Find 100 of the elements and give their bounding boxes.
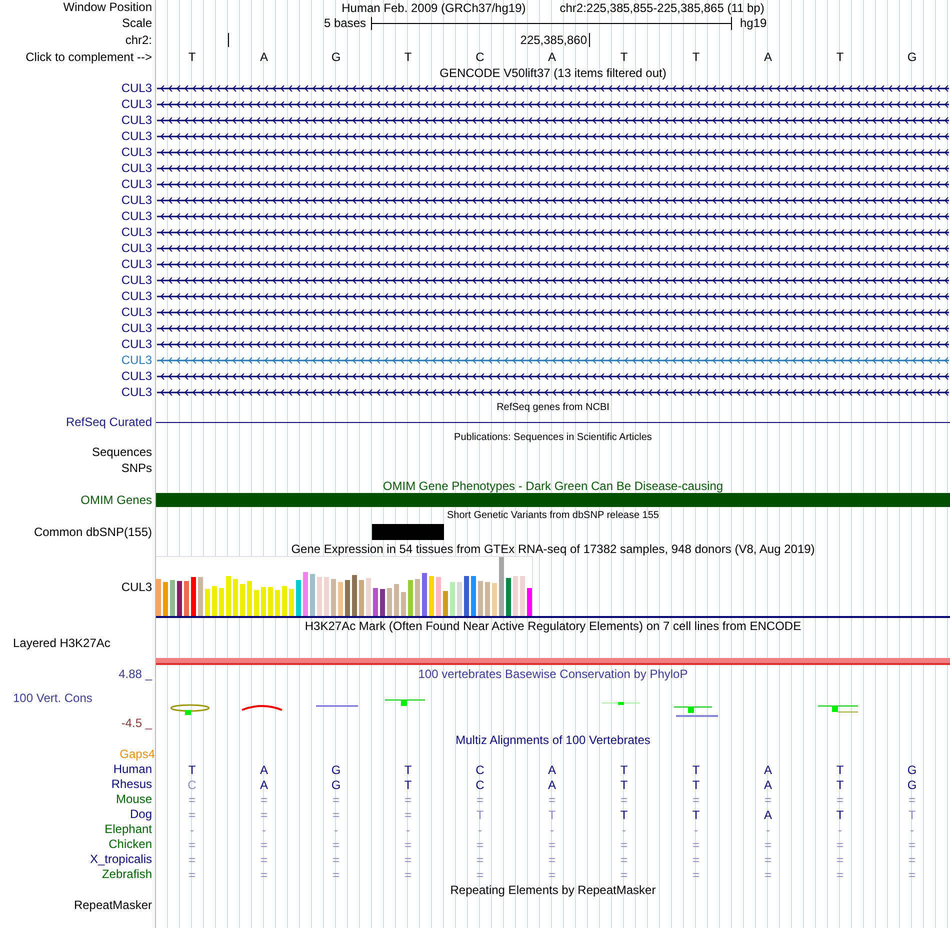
expression-bar (170, 580, 175, 616)
axis-min-label: -4.5 _ (121, 717, 152, 729)
aligned-base: C (188, 778, 196, 790)
expression-bar (289, 589, 294, 616)
aligned-base: = (692, 868, 700, 880)
conservation-mark (674, 706, 718, 717)
aligned-base: = (620, 854, 628, 866)
aligned-base: A (764, 778, 772, 790)
track-label: CUL3 (121, 258, 152, 270)
aligned-base: - (694, 824, 698, 836)
expression-bar (527, 588, 532, 616)
aligned-base: = (260, 854, 268, 866)
expression-bar (268, 587, 273, 616)
expression-bar (387, 588, 392, 616)
track-label: CUL3 (121, 274, 152, 286)
expression-bar (450, 582, 455, 616)
aligned-base: = (836, 794, 844, 806)
base-letter: C (476, 51, 484, 63)
track-label: RepeatMasker (74, 898, 152, 912)
base-letter: T (836, 51, 844, 63)
aligned-base: = (908, 838, 916, 850)
track-label: CUL3 (121, 82, 152, 94)
aligned-base: T (548, 808, 556, 820)
aligned-base: = (908, 794, 916, 806)
coordinate-label: 225,385,860 (520, 34, 587, 46)
aligned-base: T (692, 808, 700, 820)
track-label: CUL3 (121, 370, 152, 382)
track-label: Layered H3K27Ac (13, 637, 110, 650)
base-letter: T (692, 51, 700, 63)
aligned-base: - (910, 824, 914, 836)
aligned-base: = (764, 794, 772, 806)
expression-bar (317, 577, 322, 616)
expression-bar (331, 579, 336, 616)
expression-bar (513, 576, 518, 616)
base-letter: A (260, 51, 268, 63)
conservation-mark (242, 705, 282, 711)
track-label: Sequences (92, 446, 152, 459)
aligned-base: - (262, 824, 266, 836)
track-title: 100 vertebrates Basewise Conservation by PhyloP (418, 668, 688, 680)
track-title: Publications: Sequences in Scientific Articles (454, 432, 652, 442)
base-letter: G (907, 51, 917, 63)
base-letter: T (404, 51, 412, 63)
aligned-base: - (622, 824, 626, 836)
track-label: CUL3 (121, 290, 152, 302)
aligned-base: = (332, 838, 340, 850)
track-label: Rhesus (111, 778, 152, 791)
track-label: Human (113, 763, 152, 776)
base-letter: G (331, 51, 341, 63)
aligned-base: T (476, 808, 484, 820)
aligned-base: G (331, 778, 341, 790)
base-letter: A (764, 51, 772, 63)
track-label: Click to complement --> (26, 50, 152, 64)
track-label: Gaps4 (120, 748, 155, 761)
expression-bar (380, 589, 385, 616)
aligned-base: = (404, 868, 412, 880)
tick-mark (228, 33, 229, 47)
track-label: CUL3 (121, 580, 152, 594)
track-title: Short Genetic Variants from dbSNP release 155 (447, 511, 659, 521)
aligned-base: - (334, 824, 338, 836)
expression-bar (422, 573, 427, 616)
track-label: CUL3 (121, 338, 152, 350)
expression-bar (457, 582, 462, 616)
aligned-base: T (908, 808, 916, 820)
track-label: CUL3 (121, 194, 152, 206)
tick-mark (589, 33, 590, 47)
aligned-base: = (260, 868, 268, 880)
aligned-base: = (764, 868, 772, 880)
expression-bar (492, 583, 497, 616)
aligned-base: T (692, 778, 700, 790)
aligned-base: = (404, 854, 412, 866)
track-label: CUL3 (121, 210, 152, 222)
aligned-base: = (548, 854, 556, 866)
expression-bar (345, 580, 350, 616)
aligned-base: C (476, 764, 484, 776)
expression-bar (429, 576, 434, 616)
track-title: GENCODE V50lift37 (13 items filtered out) (440, 66, 666, 78)
expression-bar (219, 588, 224, 616)
aligned-base: = (620, 794, 628, 806)
aligned-base: = (332, 868, 340, 880)
aligned-base: = (260, 808, 268, 820)
track-label: SNPs (121, 462, 152, 475)
expression-bar (233, 579, 238, 616)
conservation-mark (170, 704, 210, 715)
aligned-base: T (692, 764, 700, 776)
track-title: RefSeq genes from NCBI (496, 402, 610, 412)
aligned-base: = (476, 838, 484, 850)
track-label: CUL3 (121, 306, 152, 318)
aligned-base: = (404, 808, 412, 820)
expression-bar (240, 584, 245, 616)
track-label: CUL3 (121, 226, 152, 238)
aligned-base: = (260, 838, 268, 850)
expression-bar (205, 589, 210, 616)
aligned-base: = (188, 808, 196, 820)
aligned-base: = (476, 868, 484, 880)
aligned-base: = (620, 838, 628, 850)
aligned-base: = (188, 868, 196, 880)
axis-max-label: 4.88 _ (118, 668, 152, 680)
expression-bar (436, 577, 441, 616)
aligned-base: = (692, 794, 700, 806)
expression-bar (226, 576, 231, 616)
